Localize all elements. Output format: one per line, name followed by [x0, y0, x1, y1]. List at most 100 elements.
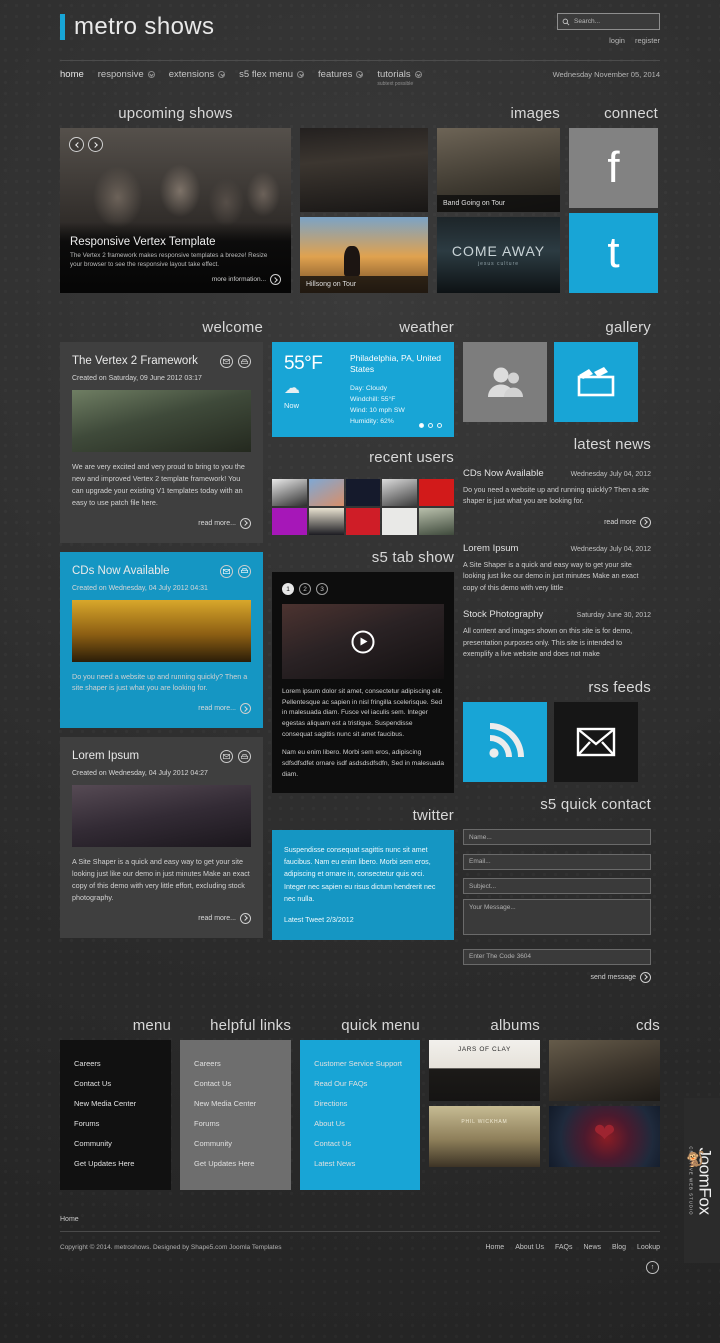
quick-menu-item[interactable]: Customer Service Support — [310, 1054, 410, 1074]
slider-next-arrow-icon[interactable] — [88, 137, 103, 152]
contact-name-input[interactable] — [463, 829, 651, 846]
twitter-icon[interactable]: t — [569, 213, 658, 293]
user-avatar[interactable] — [382, 479, 418, 506]
chevron-down-icon — [297, 71, 305, 78]
envelope-icon[interactable] — [554, 701, 638, 782]
helpful-link-item[interactable]: New Media Center — [190, 1094, 281, 1114]
search-box[interactable] — [557, 13, 660, 30]
footer-menu-item[interactable]: Forums — [70, 1114, 161, 1134]
news-title[interactable]: CDs Now Available — [463, 468, 544, 479]
quick-menu-item[interactable]: Contact Us — [310, 1134, 410, 1154]
tile-hillsong-united-album[interactable] — [300, 128, 428, 212]
read-more-link[interactable]: read more... — [72, 517, 251, 529]
cd-band-photo[interactable] — [548, 1039, 660, 1101]
article-created: Created on Saturday, 09 June 2012 03:17 — [72, 375, 202, 382]
footer-menu-item[interactable]: New Media Center — [70, 1094, 161, 1114]
weather-dot-2[interactable] — [428, 423, 433, 428]
slider-prev-arrow-icon[interactable] — [69, 137, 84, 152]
user-avatar[interactable] — [419, 479, 454, 506]
user-avatar[interactable] — [308, 479, 344, 506]
helpful-link-item[interactable]: Contact Us — [190, 1074, 281, 1094]
user-avatar[interactable] — [272, 508, 307, 535]
tile-band-going-on-tour[interactable]: Band Going on Tour — [437, 128, 560, 212]
nav-item-extensions[interactable]: extensions — [169, 69, 226, 80]
helpful-link-item[interactable]: Community — [190, 1134, 281, 1154]
news-read-more[interactable]: read more — [463, 516, 651, 528]
weather-dot-1[interactable] — [419, 423, 424, 428]
news-title[interactable]: Stock Photography — [463, 609, 543, 620]
user-avatar[interactable] — [345, 508, 381, 535]
user-avatar[interactable] — [382, 508, 418, 535]
tab-3[interactable]: 3 — [316, 583, 328, 595]
nav-item-tutorials[interactable]: tutorials subtext possible — [377, 69, 422, 87]
footer-menu-item[interactable]: Careers — [70, 1054, 161, 1074]
quick-menu-item[interactable]: Directions — [310, 1094, 410, 1114]
contact-email-input[interactable] — [463, 853, 651, 870]
article-thumbnail[interactable] — [72, 599, 251, 662]
read-more-link[interactable]: read more... — [72, 912, 251, 924]
print-icon[interactable] — [238, 750, 251, 764]
footer-menu-item[interactable]: Get Updates Here — [70, 1154, 161, 1174]
nav-item-s5-flex-menu[interactable]: s5 flex menu — [239, 69, 305, 80]
user-avatar[interactable] — [345, 479, 381, 506]
article-thumbnail[interactable] — [72, 390, 251, 452]
login-link[interactable]: login — [609, 36, 625, 45]
play-icon[interactable] — [351, 630, 375, 653]
helpful-link-item[interactable]: Forums — [190, 1114, 281, 1134]
nav-item-features[interactable]: features — [318, 69, 364, 80]
footer-menu-item[interactable]: Contact Us — [70, 1074, 161, 1094]
news-title[interactable]: Lorem Ipsum — [463, 543, 518, 554]
footer-link-about-us[interactable]: About Us — [515, 1244, 544, 1251]
weather-widget[interactable]: 55°F ☁ Now Philadelphia, PA, United Stat… — [272, 342, 454, 437]
footer-link-news[interactable]: News — [584, 1244, 602, 1251]
helpful-link-item[interactable]: Careers — [190, 1054, 281, 1074]
user-avatar[interactable] — [419, 508, 454, 535]
nav-item-responsive[interactable]: responsive — [98, 69, 155, 80]
news-item: Stock Photography Saturday June 30, 2012… — [463, 600, 651, 666]
weather-dot-3[interactable] — [437, 423, 442, 428]
arrow-right-icon — [270, 274, 281, 285]
contact-message-textarea[interactable] — [463, 899, 651, 936]
user-avatar[interactable] — [272, 479, 307, 506]
user-avatar[interactable] — [308, 508, 344, 535]
footer-link-lookup[interactable]: Lookup — [637, 1244, 660, 1251]
facebook-icon[interactable]: f — [569, 128, 658, 208]
tile-hillsong-on-tour[interactable]: Hillsong on Tour — [300, 217, 428, 293]
nav-item-home[interactable]: home — [60, 69, 84, 80]
albums-module: albums JARS OF CLAY PHIL WICKHAM — [428, 1017, 540, 1190]
tab-1[interactable]: 1 — [282, 583, 294, 595]
scroll-to-top-button[interactable]: ↑ — [60, 1260, 660, 1274]
footer-link-faqs[interactable]: FAQs — [555, 1244, 573, 1251]
rss-icon[interactable] — [463, 701, 547, 782]
featured-slider[interactable]: Responsive Vertex Template The Vertex 2 … — [60, 128, 291, 293]
contact-subject-input[interactable] — [463, 878, 651, 895]
print-icon[interactable] — [238, 564, 251, 578]
slider-more-link[interactable]: more information... — [70, 274, 281, 285]
footer-link-home[interactable]: Home — [486, 1244, 505, 1251]
video-player[interactable] — [282, 604, 444, 679]
contact-captcha-input[interactable] — [463, 948, 651, 965]
email-icon[interactable] — [220, 564, 233, 578]
people-icon[interactable] — [463, 342, 547, 422]
footer-link-blog[interactable]: Blog — [612, 1244, 626, 1251]
quick-menu-item[interactable]: Latest News — [310, 1154, 410, 1174]
email-icon[interactable] — [220, 750, 233, 764]
album-phil-wickham[interactable]: PHIL WICKHAM — [428, 1105, 540, 1167]
register-link[interactable]: register — [635, 36, 660, 45]
email-icon[interactable] — [220, 355, 233, 368]
footer-menu-item[interactable]: Community — [70, 1134, 161, 1154]
tile-come-away[interactable]: COME AWAY jesus culture — [437, 217, 560, 293]
print-icon[interactable] — [238, 355, 251, 368]
tab-2[interactable]: 2 — [299, 583, 311, 595]
album-jars-of-clay[interactable]: JARS OF CLAY — [428, 1039, 540, 1101]
breadcrumb[interactable]: Home — [60, 1216, 660, 1231]
search-input[interactable] — [574, 18, 655, 25]
quick-menu-item[interactable]: About Us — [310, 1114, 410, 1134]
article-thumbnail[interactable] — [72, 785, 251, 848]
read-more-link[interactable]: read more... — [72, 703, 251, 715]
send-message-button[interactable]: send message — [463, 971, 651, 983]
cd-i-heart-revolution[interactable]: ❤ — [548, 1105, 660, 1167]
clapboard-icon[interactable] — [554, 342, 638, 422]
quick-menu-item[interactable]: Read Our FAQs — [310, 1074, 410, 1094]
helpful-link-item[interactable]: Get Updates Here — [190, 1154, 281, 1174]
